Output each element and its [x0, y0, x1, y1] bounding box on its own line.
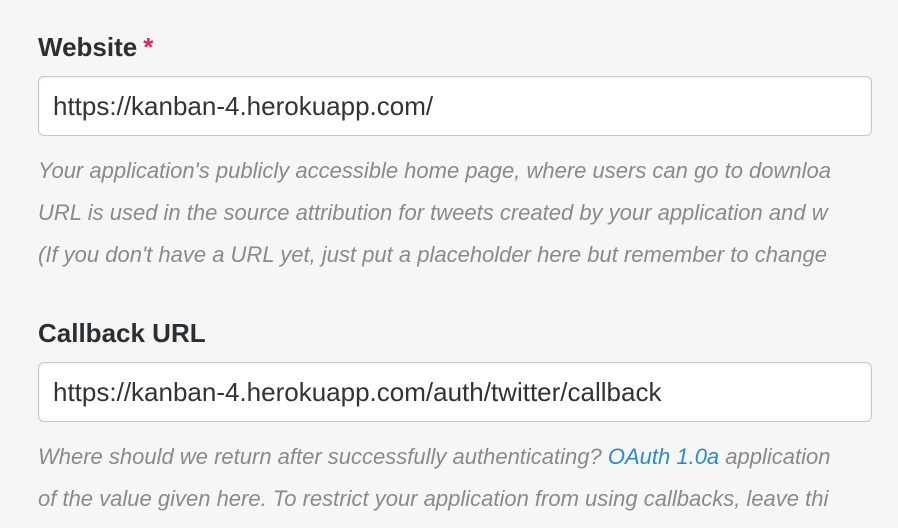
website-label: Website * — [38, 30, 898, 64]
required-asterisk: * — [143, 32, 154, 62]
callback-help-line-1: Where should we return after successfull… — [38, 436, 898, 478]
callback-help-before-link: Where should we return after successfull… — [38, 444, 608, 469]
callback-help-line-2: of the value given here. To restrict you… — [38, 486, 829, 511]
website-help-line-3: (If you don't have a URL yet, just put a… — [38, 242, 827, 267]
website-field-group: Website* Your application's publicly acc… — [38, 30, 898, 276]
website-help-text: Your application's publicly accessible h… — [38, 150, 898, 276]
callback-help-after-link: application — [719, 444, 831, 469]
callback-help-text: Where should we return after successfull… — [38, 436, 898, 520]
website-help-line-1: Your application's publicly accessible h… — [38, 158, 832, 183]
callback-label: Callback URL — [38, 316, 898, 350]
website-input[interactable] — [38, 76, 872, 136]
callback-url-input[interactable] — [38, 362, 872, 422]
app-form-page: Website* Your application's publicly acc… — [0, 0, 898, 528]
website-help-line-2: URL is used in the source attribution fo… — [38, 200, 828, 225]
callback-label-text: Callback URL — [38, 318, 206, 348]
callback-field-group: Callback URL Where should we return afte… — [38, 316, 898, 520]
oauth-link[interactable]: OAuth 1.0a — [608, 444, 719, 469]
website-label-text: Website — [38, 32, 138, 62]
